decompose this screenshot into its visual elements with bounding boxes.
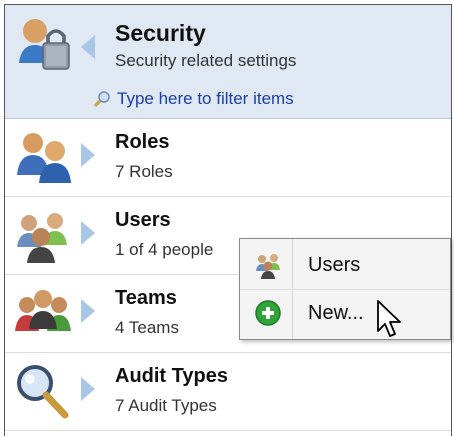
menu-item-new[interactable]: New... [240, 289, 450, 337]
item-subtitle: 1 of 4 people [115, 240, 214, 259]
chevron-right-icon [81, 221, 95, 245]
users-group-icon [17, 213, 67, 263]
item-title: Teams [115, 287, 177, 309]
roles-people-icon [17, 133, 71, 183]
filter-items-label: Type here to filter items [117, 89, 294, 108]
audit-magnifier-icon [17, 365, 69, 419]
menu-item-users[interactable]: Users [240, 241, 450, 290]
chevron-right-icon [81, 143, 95, 167]
list-item-roles[interactable]: Roles 7 Roles [5, 119, 451, 197]
security-panel: Security Security related settings Type … [4, 4, 452, 436]
chevron-right-icon [81, 299, 95, 323]
security-lock-users-icon [19, 19, 70, 70]
item-title: Audit Types [115, 365, 228, 387]
page-title: Security [115, 20, 206, 46]
item-subtitle: 7 Roles [115, 162, 173, 181]
context-menu: Users New... [239, 238, 451, 340]
item-subtitle: 4 Teams [115, 318, 179, 337]
page-subtitle: Security related settings [115, 51, 297, 70]
menu-item-label: Users [308, 254, 361, 276]
list-item-audit-types[interactable]: Audit Types 7 Audit Types [5, 353, 451, 431]
chevron-right-icon [81, 377, 95, 401]
item-subtitle: 7 Audit Types [115, 396, 217, 415]
item-title: Users [115, 209, 171, 231]
filter-items-link[interactable]: Type here to filter items [93, 89, 294, 109]
mouse-cursor-icon [377, 300, 401, 337]
users-group-icon [256, 254, 280, 279]
security-header: Security Security related settings Type … [5, 5, 451, 119]
search-icon [93, 91, 110, 108]
menu-item-label: New... [308, 302, 364, 324]
add-green-circle-icon [255, 300, 281, 326]
item-title: Roles [115, 131, 170, 153]
teams-icon [15, 290, 71, 331]
back-arrow-icon[interactable] [81, 35, 95, 59]
